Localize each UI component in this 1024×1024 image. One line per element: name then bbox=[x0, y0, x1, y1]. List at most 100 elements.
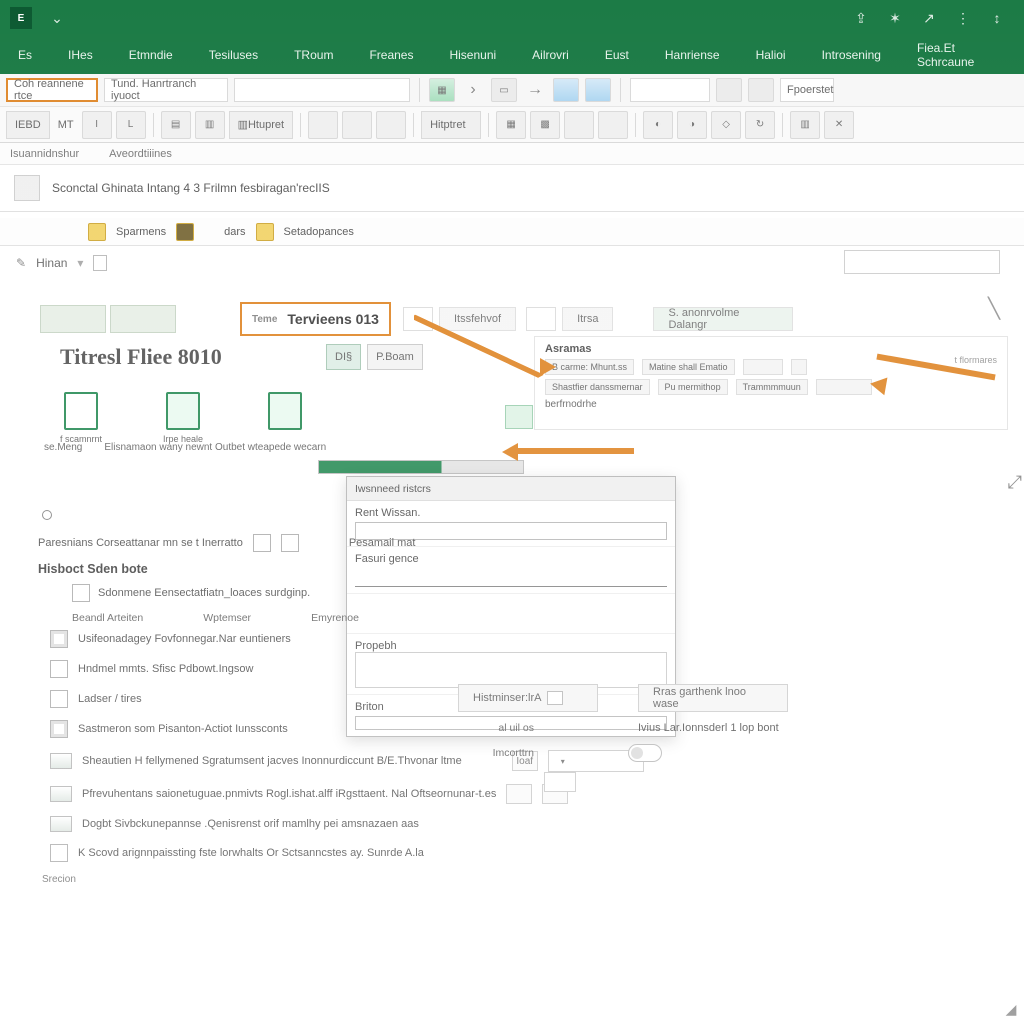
ribbon2-chip-9[interactable]: ▩ bbox=[530, 111, 560, 139]
act-2c[interactable]: Trammmmuun bbox=[736, 379, 808, 395]
ribbon-btn[interactable]: Fpoerstet bbox=[780, 78, 834, 102]
tab-7[interactable]: Ailrovri bbox=[514, 36, 587, 74]
ribbon2-chip-6[interactable] bbox=[342, 111, 372, 139]
green-doc-icon[interactable] bbox=[505, 405, 533, 429]
tab-blank2[interactable] bbox=[526, 307, 556, 331]
toggle[interactable] bbox=[628, 744, 662, 762]
btn-b[interactable]: Rras garthenk lnoo wase bbox=[638, 684, 788, 712]
tab-11[interactable]: Introsening bbox=[804, 36, 899, 74]
ribbon2-chip-8[interactable]: ▦ bbox=[496, 111, 526, 139]
chk-b[interactable] bbox=[281, 534, 299, 552]
camera-icon[interactable] bbox=[256, 223, 274, 241]
tab-d[interactable]: S. anonrvolme Dalangr bbox=[653, 307, 793, 331]
titlebar-action-1-icon[interactable]: ⇪ bbox=[844, 6, 878, 30]
tab-1[interactable]: IHes bbox=[50, 36, 111, 74]
card-2[interactable]: Irpe heale bbox=[158, 392, 208, 444]
ctx-b[interactable]: dars bbox=[224, 226, 245, 238]
ctx-c[interactable]: Setadopances bbox=[284, 226, 354, 238]
card-1[interactable]: f scamnrnt bbox=[56, 392, 106, 444]
radio-1[interactable] bbox=[42, 510, 52, 520]
titlebar-action-4-icon[interactable]: ⋮ bbox=[946, 6, 980, 30]
titlebar-action-2-icon[interactable]: ✶ bbox=[878, 6, 912, 30]
act-1b[interactable]: Matine shall Ematio bbox=[642, 359, 735, 375]
tab-c[interactable]: Itrsa bbox=[562, 307, 613, 331]
act-2b[interactable]: Pu mermithop bbox=[658, 379, 728, 395]
act-1a[interactable]: B carme: Mhunt.ss bbox=[545, 359, 634, 375]
tab-8[interactable]: Eust bbox=[587, 36, 647, 74]
tab-b[interactable]: Itssfehvof bbox=[439, 307, 516, 331]
ribbon2-report[interactable]: ▥ Htupret bbox=[229, 111, 293, 139]
ribbon2-chip-15[interactable]: ↻ bbox=[745, 111, 775, 139]
act-3[interactable]: berfrnodrhe bbox=[545, 399, 597, 410]
titlebar-action-3-icon[interactable]: ↗ bbox=[912, 6, 946, 30]
tab-4[interactable]: TRoum bbox=[276, 36, 351, 74]
mini-chip-b[interactable] bbox=[110, 305, 176, 333]
tab-2[interactable]: Etmndie bbox=[111, 36, 191, 74]
ribbon2-chip-14[interactable]: ◇ bbox=[711, 111, 741, 139]
lr2-chk[interactable] bbox=[50, 660, 68, 678]
act-2a[interactable]: Shastfier danssmernar bbox=[545, 379, 650, 395]
expand-icon[interactable]: ⤢ bbox=[1008, 472, 1022, 493]
resize-corner-icon[interactable]: ◢ bbox=[1002, 1000, 1020, 1018]
num-input[interactable] bbox=[544, 772, 576, 792]
ribbon-combo-accent[interactable]: Coh reannene rtce bbox=[6, 78, 98, 102]
pill-selected[interactable]: DI§ bbox=[326, 344, 361, 370]
dropdown-icon[interactable]: ⌄ bbox=[40, 6, 74, 30]
ribbon-chip-4[interactable] bbox=[716, 78, 742, 102]
ribbon-mid[interactable] bbox=[630, 78, 710, 102]
ribbon2-chip-13[interactable]: ◑ bbox=[677, 111, 707, 139]
btn-a[interactable]: Histminser:lrA bbox=[458, 684, 598, 712]
tab-6[interactable]: Hisenuni bbox=[431, 36, 514, 74]
tab-10[interactable]: Halioi bbox=[738, 36, 804, 74]
tab-0[interactable]: Es bbox=[0, 36, 50, 74]
tab-5[interactable]: Freanes bbox=[351, 36, 431, 74]
ribbon2-chip-4[interactable]: ▥ bbox=[195, 111, 225, 139]
tab-3[interactable]: Tesiluses bbox=[191, 36, 276, 74]
act-2d[interactable] bbox=[816, 379, 872, 395]
titlebar-action-5-icon[interactable]: ↕ bbox=[980, 6, 1014, 30]
ribbon-chip-5[interactable] bbox=[748, 78, 774, 102]
diagonal-icon[interactable]: ╲ bbox=[988, 296, 1000, 321]
tab-9[interactable]: Hanriense bbox=[647, 36, 738, 74]
tab-blank[interactable] bbox=[403, 307, 433, 331]
lr1-chk[interactable] bbox=[50, 630, 68, 648]
card-3[interactable] bbox=[260, 392, 310, 444]
ribbon-combo-b[interactable]: Tund. Hanrtranch iyuoct bbox=[104, 78, 228, 102]
folder-icon[interactable] bbox=[88, 223, 106, 241]
ctx-a[interactable]: Sparmens bbox=[116, 226, 166, 238]
ribbon2-chip-3[interactable]: ▤ bbox=[161, 111, 191, 139]
ribbon2-chip-11[interactable] bbox=[598, 111, 628, 139]
ribbon2-chip-7[interactable] bbox=[376, 111, 406, 139]
ribbon-chip-3[interactable] bbox=[585, 78, 611, 102]
arrow-icon: → bbox=[523, 78, 547, 102]
page-icon[interactable] bbox=[93, 255, 107, 271]
act-1d[interactable] bbox=[791, 359, 807, 375]
ribbon2-chip-5[interactable] bbox=[308, 111, 338, 139]
clip-icon[interactable] bbox=[176, 223, 194, 241]
ribbon2-chip-17[interactable]: ✕ bbox=[824, 111, 854, 139]
act-1c[interactable] bbox=[743, 359, 783, 375]
lr3-chk[interactable] bbox=[50, 690, 68, 708]
lr4-chk[interactable] bbox=[50, 720, 68, 738]
ribbon-chip-2[interactable] bbox=[553, 78, 579, 102]
ribbon2-chip-16[interactable]: ▥ bbox=[790, 111, 820, 139]
active-tab-highlight[interactable]: Teme Tervieens 013 bbox=[240, 302, 391, 336]
layer-swatch[interactable] bbox=[14, 175, 40, 201]
ribbon-chip-green[interactable]: ▦ bbox=[429, 78, 455, 102]
lr8-chk[interactable] bbox=[50, 844, 68, 862]
ribbon-chip-1[interactable]: ▭ bbox=[491, 78, 517, 102]
sec-chk[interactable] bbox=[72, 584, 90, 602]
ribbon2-btn-mid[interactable]: Hitptret bbox=[421, 111, 481, 139]
tab-share[interactable]: Fiea.Et Schrcaune bbox=[899, 36, 1024, 74]
ribbon2-first[interactable]: IEBD bbox=[6, 111, 50, 139]
ribbon2-chip-10[interactable] bbox=[564, 111, 594, 139]
ribbon2-chip-12[interactable]: ◐ bbox=[643, 111, 673, 139]
ribbon2-chip-2[interactable]: L bbox=[116, 111, 146, 139]
mini-chip-a[interactable] bbox=[40, 305, 106, 333]
ribbon2-chip-1[interactable]: I bbox=[82, 111, 112, 139]
pill-b[interactable]: P.Boam bbox=[367, 344, 423, 370]
chk-a[interactable] bbox=[253, 534, 271, 552]
ribbon-input[interactable] bbox=[234, 78, 410, 102]
search-input[interactable] bbox=[844, 250, 1000, 274]
pencil-icon[interactable]: ✎ bbox=[16, 256, 26, 270]
